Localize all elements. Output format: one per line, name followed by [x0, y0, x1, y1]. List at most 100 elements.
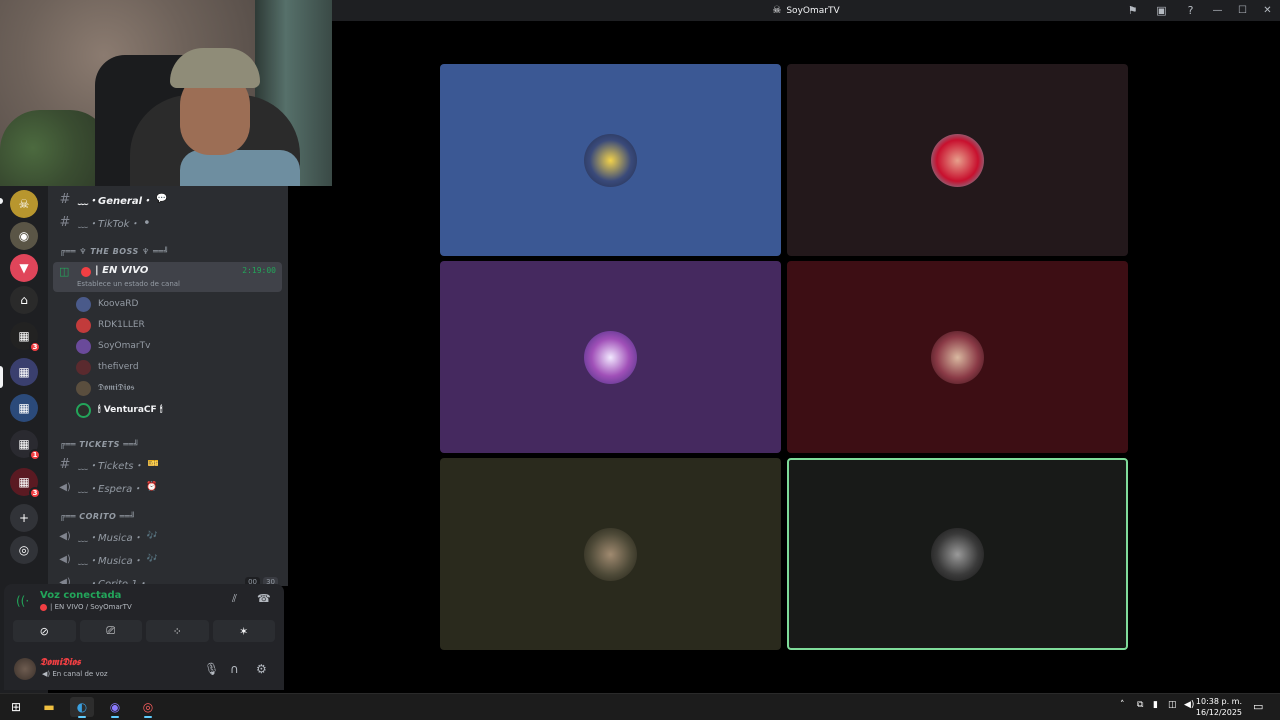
server-folder-icon[interactable]: ▦ — [10, 358, 38, 386]
window-title-text: SoyOmarTV — [786, 5, 840, 16]
maximize-button[interactable]: ☐ — [1230, 0, 1255, 21]
set-status-link[interactable]: Establece un estado de canal — [77, 280, 180, 288]
microphone-tray-icon[interactable]: ▮ — [1153, 700, 1158, 710]
server-icon-current[interactable]: ☠ — [10, 190, 38, 218]
channel-list: # ﹏・General・ 💬 # ﹏・TikTok・ ⚫ ╔══ ♆ THE B… — [48, 186, 288, 586]
voice-channel-path[interactable]: | EN VIVO / SoyOmarTV — [40, 603, 132, 611]
microphone-icon[interactable]: 🎙 — [204, 662, 219, 676]
server-folder-icon[interactable]: ▦ 3 — [10, 322, 41, 353]
avatar — [76, 296, 91, 312]
hash-icon: # — [59, 214, 71, 230]
add-server-icon[interactable]: + — [10, 504, 38, 532]
channel-espera[interactable]: ◀) ﹏・Espera・ ⏰ — [56, 477, 282, 497]
avatar — [76, 380, 91, 396]
channel-emoji: 🎫 — [147, 459, 159, 469]
voice-activity-icon: ◫ — [59, 265, 70, 278]
participant-tile[interactable] — [787, 261, 1128, 453]
obs-icon[interactable]: ◎ — [136, 697, 160, 718]
server-icon[interactable]: ⌂ — [10, 286, 38, 314]
avatar[interactable] — [14, 658, 36, 680]
activities-button[interactable]: ⁘ — [146, 620, 209, 642]
voice-member[interactable]: SoyOmarTv — [76, 336, 150, 356]
server-folder-icon[interactable]: ▦ 3 — [10, 468, 41, 499]
voice-member[interactable]: thefiverd — [76, 357, 139, 377]
edge-browser-icon[interactable]: ◐ — [70, 697, 94, 718]
channel-en-vivo[interactable]: ◫ | EN VIVO 2:19:00 Establece un estado … — [53, 262, 282, 292]
voice-member[interactable]: KoovaRD — [76, 294, 139, 314]
skull-icon: ☠ — [772, 5, 782, 16]
channel-emoji: 💬 — [156, 194, 168, 204]
signal-icon[interactable]: ((· — [16, 594, 29, 608]
screen-icon[interactable]: ▣ — [1147, 0, 1176, 21]
channel-tickets[interactable]: # ﹏・Tickets・ 🎫 — [56, 454, 282, 474]
user-panel: 𝕯𝖔𝖒𝖎𝕯𝖎𝖔𝖘 ◀) En canal de voz 🎙 ∩ ⚙ — [4, 650, 284, 690]
headphones-icon[interactable]: ∩ — [230, 662, 239, 676]
voice-member[interactable]: 𝕯𝖔𝖒𝖎𝕯𝖎𝖔𝖘 — [76, 378, 135, 398]
server-folder-icon[interactable]: ▦ 1 — [10, 430, 41, 461]
avatar — [584, 134, 637, 187]
help-icon[interactable]: ? — [1176, 0, 1205, 21]
hash-icon: # — [59, 191, 71, 207]
avatar — [931, 528, 984, 581]
channel-musica[interactable]: ◀) ﹏・Musica・ 🎶 — [56, 549, 282, 569]
chevron-up-icon[interactable]: ˄ — [1120, 700, 1125, 710]
avatar — [931, 331, 984, 384]
network-icon[interactable]: ◫ — [1168, 700, 1177, 710]
discord-icon[interactable]: ◉ — [103, 697, 127, 718]
category-the-boss[interactable]: ╔══ ♆ THE BOSS ♆ ══╝ — [60, 247, 169, 256]
close-button[interactable]: ✕ — [1255, 0, 1280, 21]
mention-badge: 1 — [29, 449, 41, 461]
explore-icon[interactable]: ◎ — [10, 536, 38, 564]
minimize-button[interactable]: — — [1205, 0, 1230, 21]
clock[interactable]: 10:38 p. m. 16/12/2025 — [1196, 696, 1242, 718]
participant-tile[interactable] — [440, 64, 781, 256]
category-tickets[interactable]: ╔══ TICKETS ══╝ — [60, 440, 139, 449]
avatar — [584, 331, 637, 384]
channel-emoji: 🎶 — [146, 531, 158, 541]
voice-member[interactable]: RDK1LLER — [76, 315, 145, 335]
username[interactable]: 𝕯𝖔𝖒𝖎𝕯𝖎𝖔𝖘 — [40, 657, 81, 668]
user-status: ◀) En canal de voz — [42, 670, 108, 678]
category-corito[interactable]: ╔══ CORITO ══╝ — [60, 512, 136, 521]
mention-badge: 3 — [29, 341, 41, 353]
taskbar: ⊞ ▬ ◐ ◉ ◎ ˄ ⧉ ▮ ◫ ◀) 10:38 p. m. 16/12/2… — [0, 693, 1280, 720]
channel-musica[interactable]: ◀) ﹏・Musica・ 🎶 — [56, 526, 282, 546]
voice-status[interactable]: Voz conectada — [40, 590, 121, 601]
participant-tile[interactable] — [787, 64, 1128, 256]
server-folder-icon[interactable]: ▦ — [10, 394, 38, 422]
settings-gear-icon[interactable]: ⚙ — [256, 662, 267, 676]
voice-connection-panel: ((· Voz conectada | EN VIVO / SoyOmarTV … — [4, 584, 284, 650]
server-icon[interactable]: ▼ — [10, 254, 38, 282]
speaker-icon: ◀) — [59, 530, 71, 542]
webcam-overlay — [0, 0, 332, 186]
camera-off-button[interactable]: ⊘ — [13, 620, 76, 642]
noise-suppression-icon[interactable]: ⫽ — [232, 592, 237, 606]
screen: ☠ SoyOmarTV ⚑ ▣ ? — ☐ ✕ ☠ ◉ ▼ ⌂ ▦ 3 ▦ ▦ … — [0, 0, 1280, 720]
live-dot — [81, 267, 91, 277]
live-timer: 2:19:00 — [242, 266, 276, 275]
channel-tiktok[interactable]: # ﹏・TikTok・ ⚫ — [56, 212, 282, 232]
share-screen-button[interactable]: ⎚ — [79, 620, 142, 642]
participant-tile-speaking[interactable] — [787, 458, 1128, 650]
tray-app-icon[interactable]: ⧉ — [1137, 700, 1143, 710]
inbox-icon[interactable]: ⚑ — [1118, 0, 1147, 21]
disconnect-icon[interactable]: ☎ — [257, 592, 271, 605]
channel-general[interactable]: # ﹏・General・ 💬 — [56, 189, 282, 209]
file-explorer-icon[interactable]: ▬ — [37, 697, 61, 717]
avatar — [76, 338, 91, 354]
participant-tile[interactable] — [440, 458, 781, 650]
server-icon[interactable]: ◉ — [10, 222, 38, 250]
notification-icon[interactable]: ▭ — [1253, 700, 1263, 713]
channel-emoji: ⚫ — [143, 217, 151, 227]
hash-icon: # — [59, 456, 71, 472]
participant-tile[interactable] — [440, 261, 781, 453]
live-channel-name: | EN VIVO — [95, 265, 149, 276]
channel-emoji: ⏰ — [146, 482, 158, 492]
speaker-icon: ◀) — [59, 481, 71, 493]
voice-member-speaking[interactable]: 🕯 VenturaCF 🕯 — [76, 400, 162, 420]
avatar — [76, 402, 91, 418]
soundboard-button[interactable]: ✶ — [212, 620, 275, 642]
video-stage — [332, 21, 1280, 693]
windows-start-icon[interactable]: ⊞ — [4, 697, 28, 717]
volume-icon[interactable]: ◀) — [1184, 700, 1194, 710]
